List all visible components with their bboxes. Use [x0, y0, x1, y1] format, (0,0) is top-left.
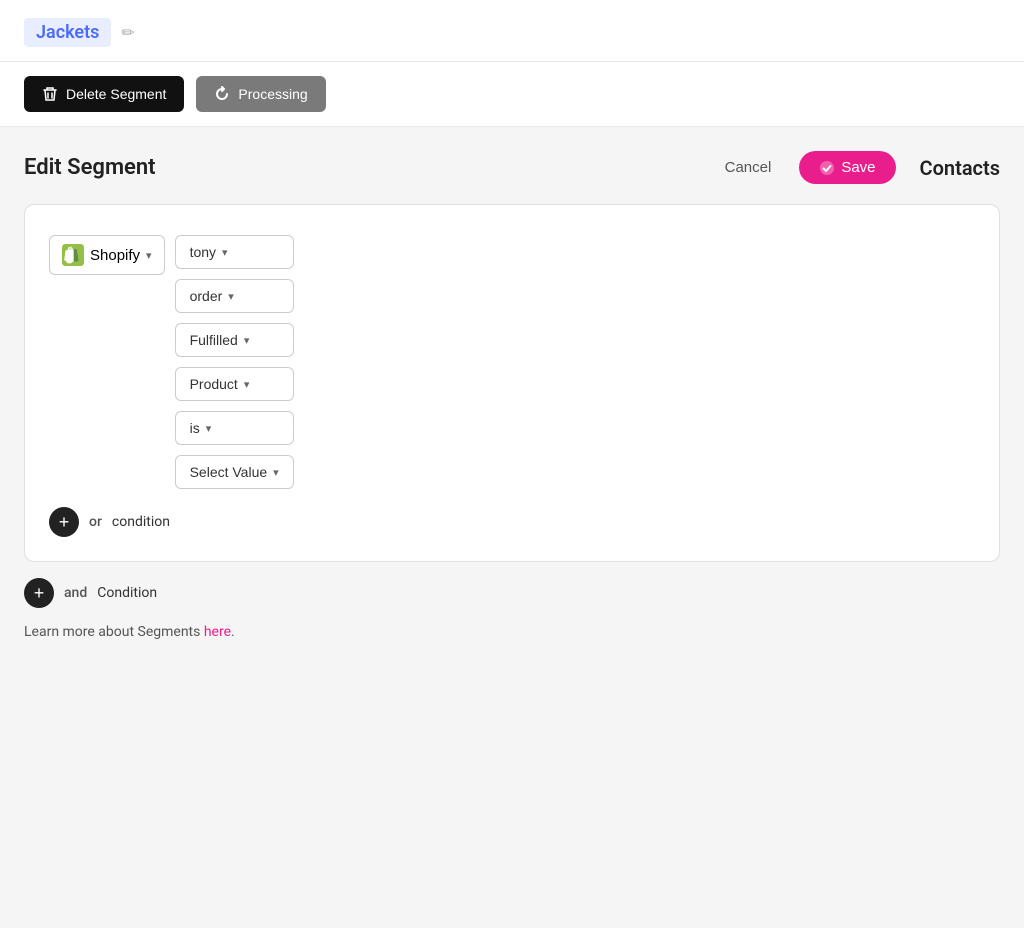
check-icon	[819, 160, 835, 176]
is-dropdown[interactable]: is ▾	[175, 411, 294, 445]
footer-period: .	[231, 624, 235, 640]
shopify-source-dropdown[interactable]: Shopify ▾	[49, 235, 165, 275]
tony-dropdown[interactable]: tony ▾	[175, 235, 294, 269]
fulfilled-chevron-icon: ▾	[244, 334, 250, 347]
select-value-chevron-icon: ▾	[273, 466, 279, 479]
toolbar: Delete Segment Processing	[0, 62, 1024, 127]
processing-button[interactable]: Processing	[196, 76, 325, 112]
shopify-icon	[62, 244, 84, 266]
delete-segment-button[interactable]: Delete Segment	[24, 76, 184, 112]
save-button[interactable]: Save	[799, 151, 895, 184]
and-condition-text: Condition	[97, 585, 157, 601]
page-header: Jackets ✏	[0, 0, 1024, 62]
order-chevron-icon: ▾	[228, 290, 234, 303]
condition-row: Shopify ▾ tony ▾ order ▾ Fulfilled ▾	[49, 235, 975, 489]
product-dropdown[interactable]: Product ▾	[175, 367, 294, 401]
or-connector-label: or	[89, 514, 102, 530]
conditions-chain: tony ▾ order ▾ Fulfilled ▾ Product ▾ is	[175, 235, 294, 489]
add-or-condition-button[interactable]: +	[49, 507, 79, 537]
select-value-dropdown[interactable]: Select Value ▾	[175, 455, 294, 489]
cancel-button[interactable]: Cancel	[713, 153, 784, 182]
add-and-condition-button[interactable]: +	[24, 578, 54, 608]
learn-more-text: Learn more about Segments	[24, 624, 204, 640]
tony-chevron-icon: ▾	[222, 246, 228, 259]
fulfilled-dropdown[interactable]: Fulfilled ▾	[175, 323, 294, 357]
condition-box: Shopify ▾ tony ▾ order ▾ Fulfilled ▾	[24, 204, 1000, 562]
and-condition-row: + and Condition	[24, 578, 1000, 608]
or-condition-row: + or condition	[49, 507, 975, 537]
edit-header-row: Edit Segment Cancel Save Contacts	[24, 151, 1000, 184]
header-actions: Cancel Save Contacts	[713, 151, 1000, 184]
learn-more-link[interactable]: here	[204, 624, 231, 640]
edit-segment-title: Edit Segment	[24, 155, 156, 180]
or-condition-text: condition	[112, 514, 170, 530]
segment-title: Jackets	[24, 18, 111, 47]
is-chevron-icon: ▾	[206, 422, 212, 435]
refresh-icon	[214, 86, 230, 102]
main-content: Edit Segment Cancel Save Contacts	[0, 127, 1024, 664]
edit-title-icon[interactable]: ✏	[121, 23, 134, 42]
order-dropdown[interactable]: order ▾	[175, 279, 294, 313]
contacts-label: Contacts	[920, 156, 1000, 180]
and-connector-label: and	[64, 585, 87, 601]
learn-more-section: Learn more about Segments here.	[24, 624, 1000, 640]
trash-icon	[42, 86, 58, 102]
shopify-chevron-icon: ▾	[146, 249, 152, 262]
product-chevron-icon: ▾	[244, 378, 250, 391]
